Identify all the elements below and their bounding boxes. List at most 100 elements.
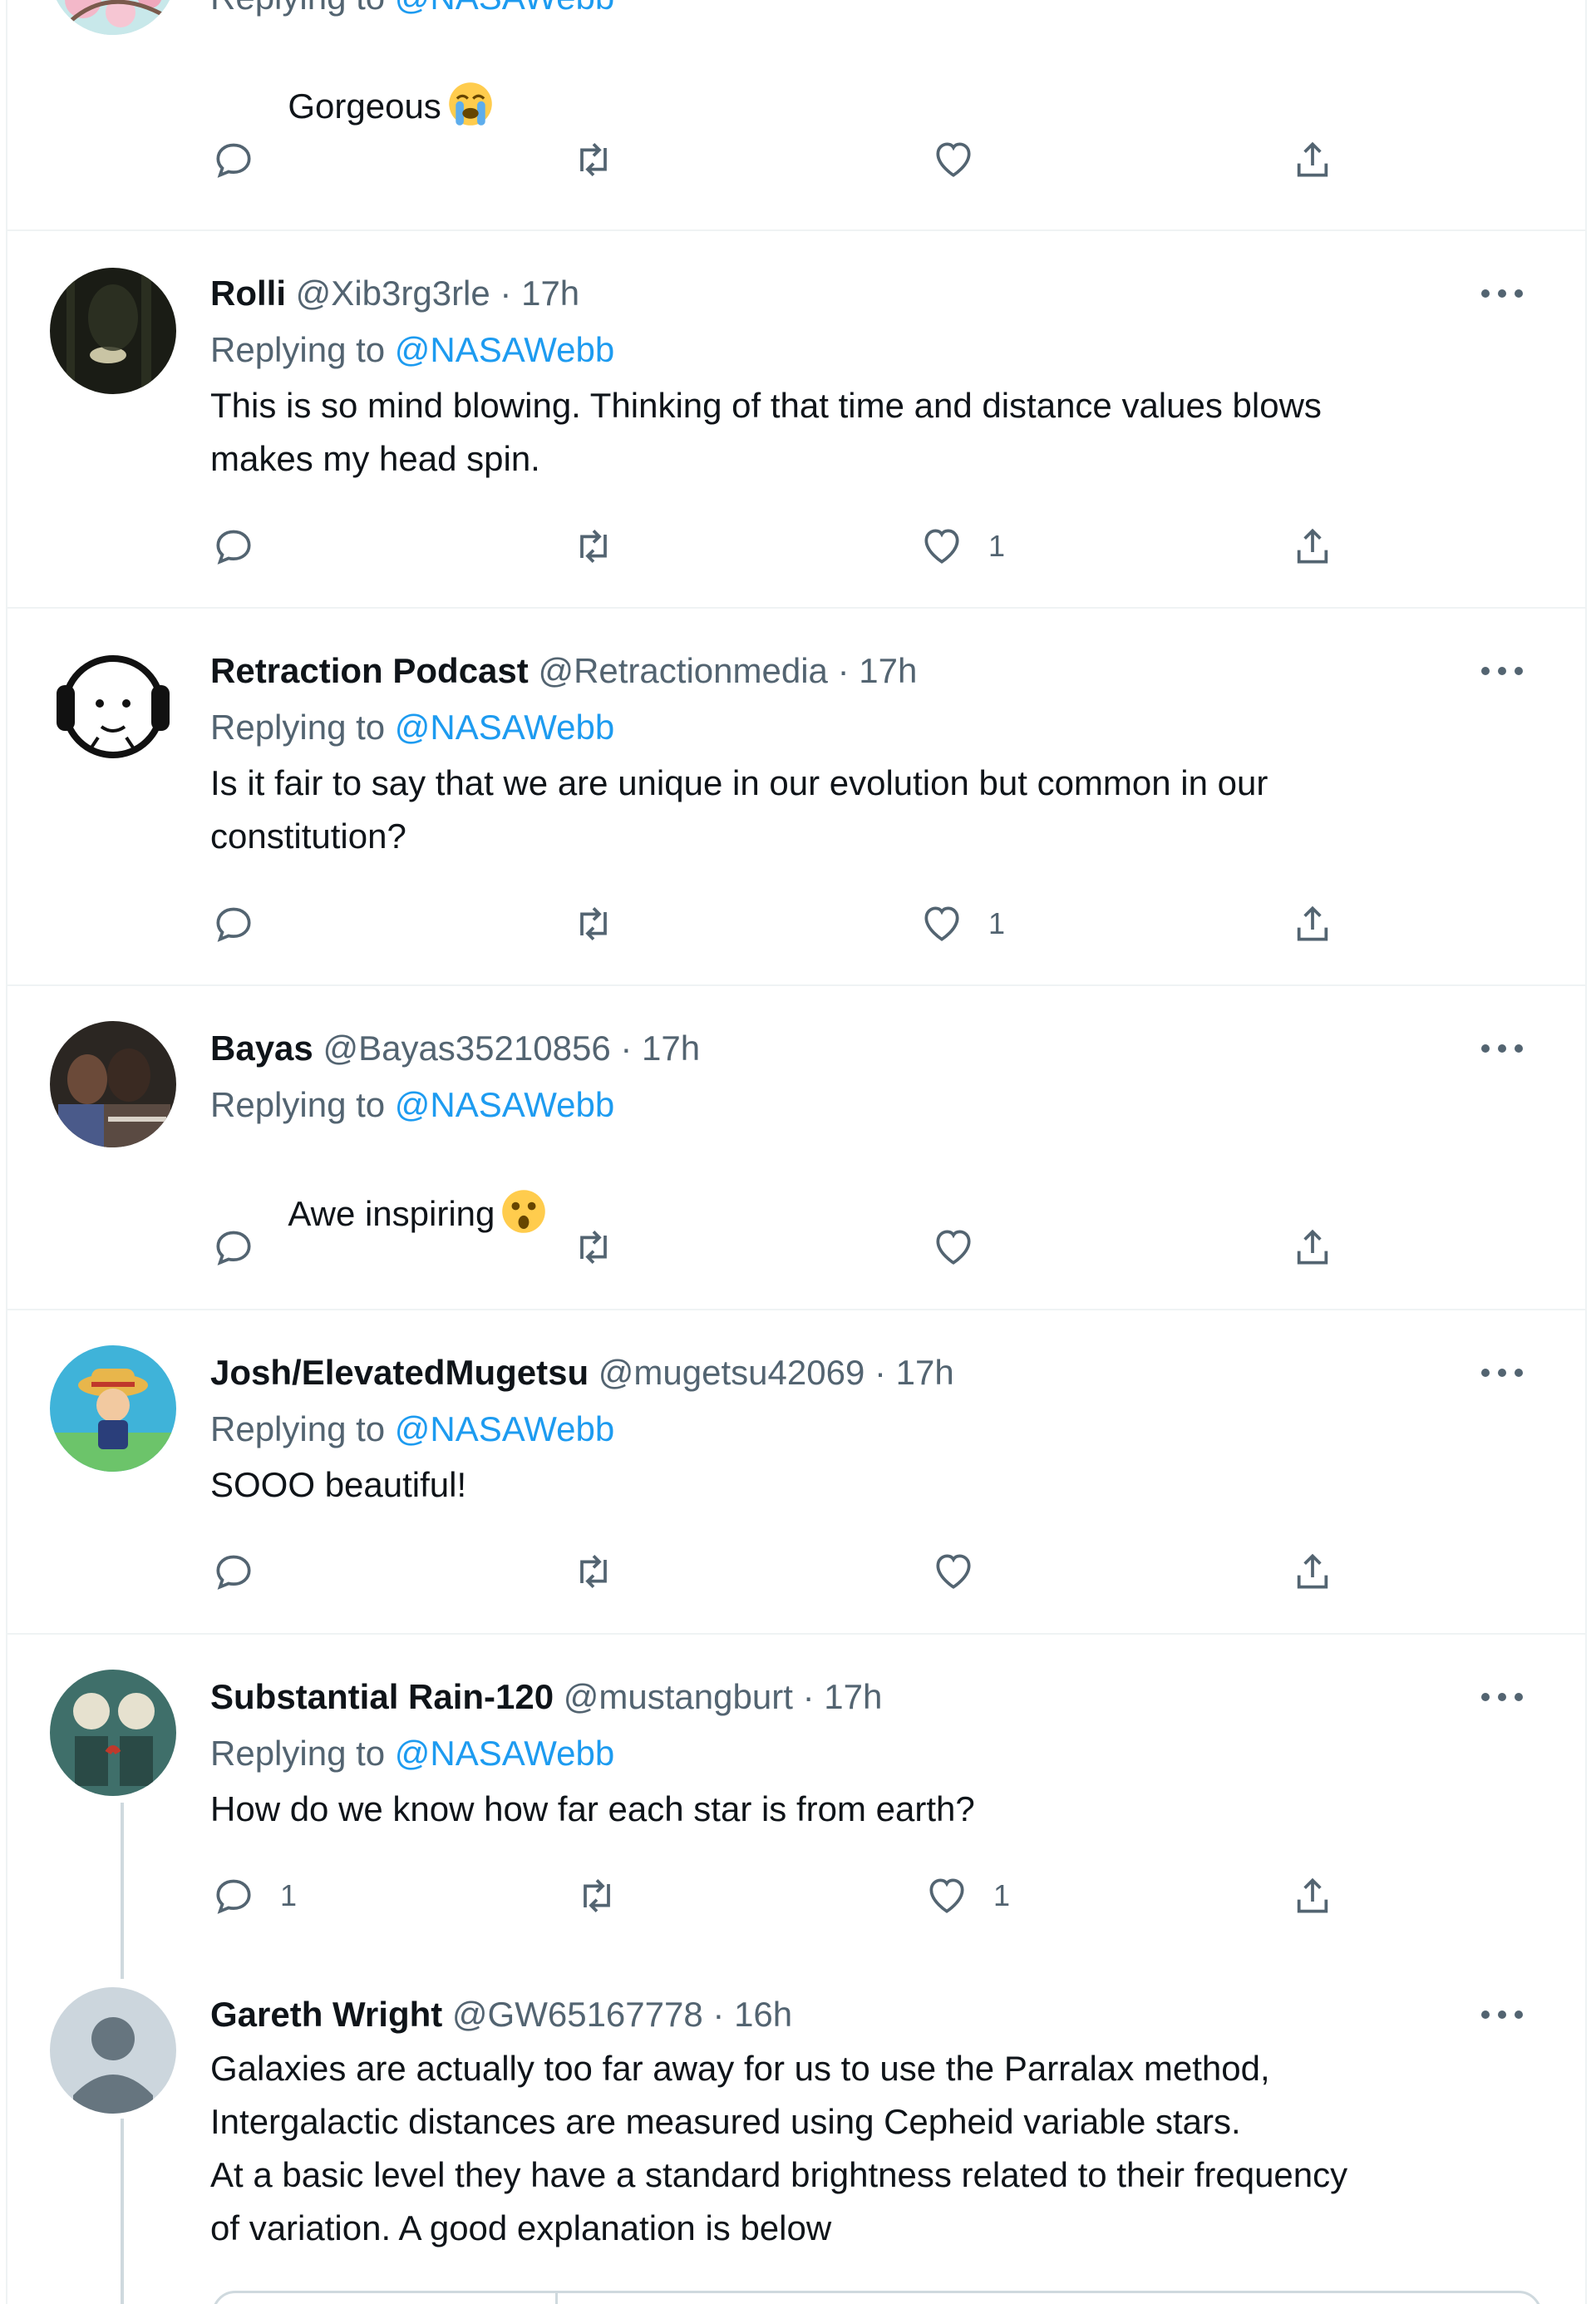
retweet-icon <box>580 907 607 940</box>
reply-bubble-icon <box>216 1231 251 1265</box>
retweet-button[interactable] <box>570 517 617 575</box>
mention-link[interactable]: @NASAWebb <box>395 0 614 17</box>
more-options-button[interactable] <box>1477 1360 1527 1385</box>
tweet-text: Galaxies are actually too far away for u… <box>210 2049 1348 2247</box>
mention-link[interactable]: @NASAWebb <box>395 1734 614 1773</box>
timestamp[interactable]: 17h <box>521 274 579 313</box>
handle[interactable]: @Xib3rg3rle <box>296 274 490 313</box>
thread-connector-line <box>121 1803 124 1979</box>
tweet-1[interactable]: Rolli @Xib3rg3rle · 17h Replying to @NAS… <box>7 231 1585 609</box>
handle[interactable]: @mugetsu42069 <box>598 1353 865 1392</box>
reply-button[interactable] <box>210 1542 280 1601</box>
link-preview-card[interactable] <box>212 2291 1542 2304</box>
display-name[interactable]: Rolli <box>210 274 286 313</box>
timestamp[interactable]: 17h <box>642 1029 700 1068</box>
avatar[interactable] <box>50 268 176 394</box>
column-border-right <box>1585 0 1587 2304</box>
tweet-4[interactable]: Josh/ElevatedMugetsu @mugetsu42069 · 17h… <box>7 1310 1585 1635</box>
tweet-actions <box>210 1218 1374 1276</box>
more-options-button[interactable] <box>1477 1685 1527 1709</box>
heart-icon <box>936 1230 971 1265</box>
avatar-cartoon-image <box>50 1345 176 1472</box>
avatar[interactable] <box>50 644 176 770</box>
reply-button[interactable] <box>210 517 280 575</box>
handle[interactable]: @GW65167778 <box>452 1995 703 2034</box>
tweet-content: Josh/ElevatedMugetsu @mugetsu42069 · 17h… <box>210 1345 1502 1512</box>
tweet-5[interactable]: Substantial Rain-120 @mustangburt · 17h … <box>7 1635 1585 1979</box>
timestamp[interactable]: 17h <box>859 651 917 690</box>
tweet-0[interactable]: Replying to @NASAWebb Gorgeous <box>7 0 1585 231</box>
avatar[interactable] <box>50 1670 176 1796</box>
display-name[interactable]: Retraction Podcast <box>210 651 529 690</box>
reply-button[interactable] <box>210 131 280 189</box>
retweet-button[interactable] <box>570 131 617 189</box>
tweet-3[interactable]: Bayas @Bayas35210856 · 17h Replying to @… <box>7 986 1585 1310</box>
avatar[interactable] <box>50 0 176 35</box>
retweet-button[interactable] <box>570 1542 617 1601</box>
default-profile-avatar-icon <box>50 1987 176 2114</box>
more-options-button[interactable] <box>1477 1036 1527 1061</box>
handle[interactable]: @Bayas35210856 <box>323 1029 610 1068</box>
separator-dot: · <box>802 1677 815 1716</box>
mention-link[interactable]: @NASAWebb <box>395 1085 614 1124</box>
retweet-button[interactable] <box>570 1218 617 1276</box>
retweet-button[interactable] <box>574 1867 620 1925</box>
share-upload-icon <box>1297 1229 1328 1265</box>
like-count: 1 <box>988 906 1006 940</box>
tweet-text: How do we know how far each star is from… <box>210 1789 975 1828</box>
avatar[interactable] <box>50 1345 176 1472</box>
like-button[interactable]: 1 <box>919 517 1005 575</box>
more-options-button[interactable] <box>1477 2002 1527 2027</box>
reply-button[interactable]: 1 <box>210 1867 297 1925</box>
tweet-content: Rolli @Xib3rg3rle · 17h Replying to @NAS… <box>210 266 1502 486</box>
reply-button[interactable] <box>210 895 280 953</box>
display-name[interactable]: Substantial Rain-120 <box>210 1677 554 1716</box>
share-button[interactable] <box>1289 1542 1336 1601</box>
retweet-button[interactable] <box>570 895 617 953</box>
retweet-icon <box>580 143 607 176</box>
tweet-header: Bayas @Bayas35210856 · 17h <box>210 1021 1502 1076</box>
share-button[interactable] <box>1289 1867 1336 1925</box>
like-button[interactable] <box>930 131 1000 189</box>
tweet-header: Rolli @Xib3rg3rle · 17h <box>210 266 1502 321</box>
avatar-baby-face-image <box>50 644 176 770</box>
more-options-button[interactable] <box>1477 659 1527 683</box>
more-options-button[interactable] <box>1477 281 1527 306</box>
replying-to-label: Replying to <box>210 0 385 17</box>
display-name[interactable]: Gareth Wright <box>210 1995 442 2034</box>
replying-to-line: Replying to @NASAWebb <box>210 1724 1502 1783</box>
like-button[interactable] <box>930 1218 1000 1276</box>
timestamp[interactable]: 17h <box>896 1353 954 1392</box>
timestamp[interactable]: 17h <box>824 1677 882 1716</box>
share-upload-icon <box>1297 528 1328 564</box>
mention-link[interactable]: @NASAWebb <box>395 708 614 747</box>
separator-dot: · <box>837 651 850 690</box>
tweet-header: Substantial Rain-120 @mustangburt · 17h <box>210 1670 1502 1724</box>
display-name[interactable]: Josh/ElevatedMugetsu <box>210 1353 589 1392</box>
replying-to-line: Replying to @NASAWebb <box>210 698 1502 757</box>
reply-button[interactable] <box>210 1218 280 1276</box>
share-button[interactable] <box>1289 895 1336 953</box>
tweet-text: This is so mind blowing. Thinking of tha… <box>210 386 1322 478</box>
avatar[interactable] <box>50 1021 176 1147</box>
tweet-header: Gareth Wright @GW65167778 · 16h <box>210 1987 1502 2042</box>
handle[interactable]: @mustangburt <box>564 1677 793 1716</box>
mention-link[interactable]: @NASAWebb <box>395 330 614 369</box>
display-name[interactable]: Bayas <box>210 1029 313 1068</box>
share-button[interactable] <box>1289 517 1336 575</box>
like-button[interactable]: 1 <box>919 895 1005 953</box>
replying-to-label: Replying to <box>210 1734 386 1773</box>
share-button[interactable] <box>1289 131 1336 189</box>
timestamp[interactable]: 16h <box>734 1995 792 2034</box>
avatar[interactable] <box>50 1987 176 2114</box>
tweet-6[interactable]: Gareth Wright @GW65167778 · 16h Galaxies… <box>7 1959 1585 2304</box>
tweet-actions: 1 <box>210 517 1374 575</box>
mention-link[interactable]: @NASAWebb <box>395 1409 614 1448</box>
tweet-2[interactable]: Retraction Podcast @Retractionmedia · 17… <box>7 609 1585 986</box>
reply-bubble-icon <box>216 530 251 565</box>
share-button[interactable] <box>1289 1218 1336 1276</box>
like-button[interactable]: 1 <box>924 1867 1010 1925</box>
handle[interactable]: @Retractionmedia <box>538 651 827 690</box>
like-button[interactable] <box>930 1542 1000 1601</box>
reply-bubble-icon <box>216 143 251 178</box>
